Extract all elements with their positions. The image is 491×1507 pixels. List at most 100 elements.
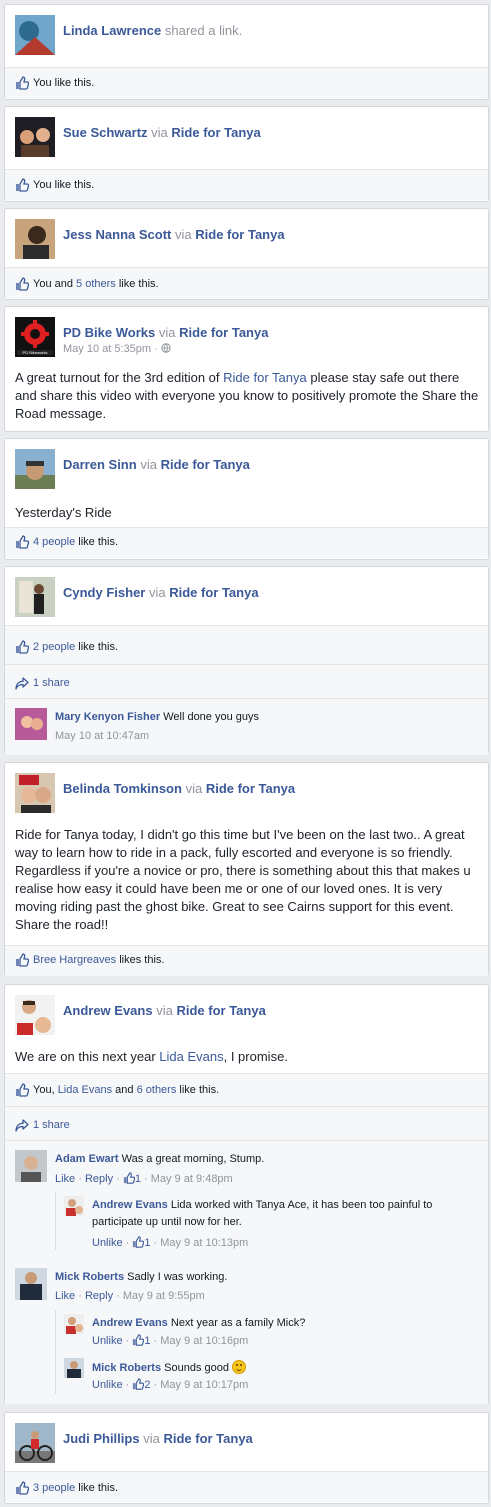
commenter-name[interactable]: Adam Ewart [55,1153,119,1165]
likes-suffix: like this. [75,641,119,653]
shares-count[interactable]: 1 share [33,677,70,689]
like-icon [132,1378,144,1390]
comment-text: Next year as a family Mick? [170,1317,306,1329]
likes-others-link[interactable]: 6 others [137,1084,177,1096]
like-comment-button[interactable]: Like [55,1290,75,1302]
comment-like-count[interactable]: 2 [144,1379,150,1391]
avatar[interactable] [15,117,55,157]
comment-time[interactable]: May 9 at 10:13pm [160,1237,248,1249]
via-label: via [185,781,203,796]
post-card: Jess Nanna Scott via Ride for Tanya You … [4,208,489,300]
post-card: Cyndy Fisher via Ride for Tanya 2 people… [4,566,489,755]
likers-link[interactable]: Bree Hargreaves [33,954,116,966]
commenter-name[interactable]: Mick Roberts [55,1271,124,1283]
like-icon [132,1334,144,1346]
comment-like-count[interactable]: 1 [144,1335,150,1347]
likes-others-link[interactable]: 5 others [76,278,116,290]
commenter-avatar[interactable] [64,1196,84,1216]
likers-link[interactable]: 3 people [33,1482,75,1494]
like-icon [15,953,29,967]
likes-suffix: like this. [75,1482,119,1494]
commenter-name[interactable]: Mick Roberts [92,1362,161,1374]
reply-button[interactable]: Reply [85,1173,113,1185]
commenter-name[interactable]: Mary Kenyon Fisher [55,711,160,723]
unlike-comment-button[interactable]: Unlike [92,1335,123,1347]
author-name[interactable]: Andrew Evans [63,1003,153,1018]
avatar[interactable] [15,995,55,1035]
likers-link[interactable]: 4 people [33,536,75,548]
likes-prefix: You and [33,278,77,290]
avatar[interactable] [15,1423,55,1463]
like-icon [15,178,29,192]
avatar[interactable] [15,773,55,813]
author-name[interactable]: Belinda Tomkinson [63,781,182,796]
commenter-name[interactable]: Andrew Evans [92,1317,168,1329]
via-label: via [140,457,157,472]
likes-text: You like this. [33,179,95,191]
page-link[interactable]: Ride for Tanya [176,1003,265,1018]
commenter-avatar[interactable] [64,1314,84,1334]
comment-time[interactable]: May 9 at 9:48pm [151,1173,233,1185]
shares-count[interactable]: 1 share [33,1119,70,1131]
comment-like-count[interactable]: 1 [135,1173,141,1185]
avatar[interactable] [15,577,55,617]
commenter-avatar[interactable] [15,708,47,740]
post-text-part: A great turnout for the 3rd edition of [15,370,224,385]
page-link[interactable]: Ride for Tanya [206,781,295,796]
feedback-area: 2 people like this. 1 share Mary Kenyon … [5,626,488,755]
page-link[interactable]: Ride for Tanya [195,227,284,242]
comment-actions: Like · Reply · 1 · May 9 at 9:48pm [55,1173,233,1185]
reply-button[interactable]: Reply [85,1290,113,1302]
likes-suffix: like this. [75,536,119,548]
like-comment-button[interactable]: Like [55,1173,75,1185]
comment-like-count[interactable]: 1 [144,1237,150,1249]
likes-bar: You like this. [5,170,488,200]
likers-link[interactable]: 2 people [33,641,75,653]
via-label: via [151,125,168,140]
author-name[interactable]: Jess Nanna Scott [63,227,171,242]
post-card: Linda Lawrence shared a link. You like t… [4,4,489,100]
commenter-name[interactable]: Andrew Evans [92,1199,168,1211]
share-icon [15,1118,29,1132]
commenter-avatar[interactable] [15,1150,47,1182]
author-name[interactable]: Linda Lawrence [63,23,161,38]
comment-actions: Unlike · 1 · May 9 at 10:13pm [92,1237,249,1249]
likes-suffix: likes this. [116,954,165,966]
comment-time[interactable]: May 9 at 9:55pm [123,1290,205,1302]
author-name[interactable]: Darren Sinn [63,457,137,472]
author-name[interactable]: Judi Phillips [63,1431,140,1446]
like-icon [15,640,29,654]
divider [5,664,488,665]
author-name[interactable]: PD Bike Works [63,325,155,340]
page-link[interactable]: Ride for Tanya [171,125,260,140]
avatar[interactable] [15,449,55,489]
unlike-comment-button[interactable]: Unlike [92,1379,123,1391]
commenter-avatar[interactable] [15,1268,47,1300]
page-mention-link[interactable]: Ride for Tanya [223,370,307,385]
unlike-comment-button[interactable]: Unlike [92,1237,123,1249]
page-link[interactable]: Ride for Tanya [179,325,268,340]
post-text: A great turnout for the 3rd edition of R… [15,369,480,423]
page-link[interactable]: Ride for Tanya [161,457,250,472]
liker-link[interactable]: Lida Evans [58,1084,112,1096]
avatar[interactable] [15,15,55,55]
reply-comment: Andrew Evans Lida worked with Tanya Ace,… [64,1196,474,1249]
post-meta: May 10 at 5:35pm · [63,343,171,355]
comment-time[interactable]: May 9 at 10:17pm [160,1379,248,1391]
timestamp[interactable]: May 10 at 5:35pm [63,343,151,355]
page-link[interactable]: Ride for Tanya [169,585,258,600]
post-text-part: We are on this next year [15,1049,160,1064]
feedback-area: You, Lida Evans and 6 others like this. … [5,1074,488,1404]
avatar[interactable] [15,219,55,259]
author-name[interactable]: Cyndy Fisher [63,585,145,600]
comment-time[interactable]: May 10 at 10:47am [55,730,149,742]
post-card: Andrew Evans via Ride for Tanya We are o… [4,984,489,1404]
commenter-avatar[interactable] [64,1358,84,1378]
post-text: We are on this next year Lida Evans, I p… [15,1048,288,1066]
page-link[interactable]: Ride for Tanya [163,1431,252,1446]
avatar[interactable]: PD Bikeworks [15,317,55,357]
tagged-user-link[interactable]: Lida Evans [159,1049,223,1064]
author-name[interactable]: Sue Schwartz [63,125,148,140]
post-text-part: , I promise. [223,1049,288,1064]
comment-time[interactable]: May 9 at 10:16pm [160,1335,248,1347]
